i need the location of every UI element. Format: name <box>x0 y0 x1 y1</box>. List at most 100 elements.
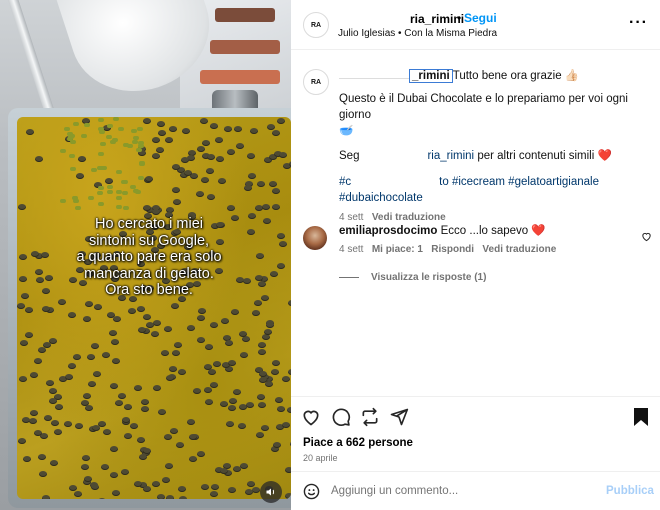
chocolate-chip <box>201 177 210 184</box>
emoji-icon[interactable] <box>303 483 320 505</box>
view-replies-row[interactable]: Visualizza le risposte (1) <box>339 270 629 286</box>
post-date[interactable]: 20 aprile <box>303 453 338 463</box>
caption-hashtags: #c to #icecream #gelatoartigianale #dubai… <box>339 173 651 206</box>
comment-input[interactable] <box>331 485 571 497</box>
chocolate-chip <box>18 254 27 261</box>
chocolate-chip <box>156 121 165 128</box>
chocolate-chip <box>197 450 206 457</box>
pistachio-piece <box>64 127 71 132</box>
pistachio-piece <box>131 139 138 144</box>
caption-author-avatar[interactable]: RA <box>303 69 329 95</box>
chocolate-chip <box>253 299 262 306</box>
chocolate-chip <box>17 203 26 210</box>
chocolate-chip <box>260 294 269 301</box>
chocolate-chip <box>277 117 286 124</box>
comment-icon[interactable] <box>331 407 351 432</box>
caption-line: Ora sto bene. <box>105 282 193 298</box>
heart-emoji: ❤️ <box>531 225 546 237</box>
audio-track[interactable]: Julio Iglesias • Con la Misma Piedra <box>338 28 497 39</box>
comment-like-count[interactable]: Mi piace: 1 <box>372 244 423 255</box>
chocolate-chip <box>137 306 146 313</box>
chocolate-chip <box>164 463 173 470</box>
pistachio-piece <box>122 206 129 210</box>
chocolate-chip <box>140 399 149 406</box>
pistachio-piece <box>107 184 114 189</box>
chocolate-chip <box>158 408 167 415</box>
chocolate-chip <box>138 454 147 461</box>
chocolate-chip <box>28 417 37 424</box>
hashtag-link[interactable]: #c <box>339 176 351 188</box>
chocolate-chip <box>104 177 113 184</box>
publish-button[interactable]: Pubblica <box>606 485 654 497</box>
caption-timestamp[interactable]: 4 sett <box>339 212 363 223</box>
likes-count[interactable]: Piace a 662 persone <box>303 437 413 449</box>
chocolate-chip <box>276 263 285 270</box>
caption-mention[interactable]: _rimini <box>339 67 453 83</box>
chocolate-chip <box>65 374 74 381</box>
chocolate-chip <box>112 316 121 323</box>
chocolate-chip <box>247 152 256 159</box>
chocolate-chip <box>183 169 192 176</box>
caption-mention-link[interactable]: ria_rimini <box>427 150 474 162</box>
chocolate-chip <box>186 418 195 425</box>
pistachio-piece <box>97 185 104 190</box>
chocolate-chip <box>25 128 34 135</box>
chocolate-chip <box>169 366 178 373</box>
pistachio-piece <box>97 152 104 157</box>
commenter-username[interactable]: emiliaprosdocimo <box>339 225 437 237</box>
caption-line: mancanza di gelato. <box>84 265 214 282</box>
chocolate-chip <box>257 342 266 349</box>
hashtag-link[interactable]: #dubaichocolate <box>339 192 423 204</box>
chocolate-chip <box>233 126 242 133</box>
chocolate-chip <box>57 299 66 306</box>
share-icon[interactable] <box>389 407 409 432</box>
replies-line <box>339 276 359 278</box>
chocolate-chip <box>228 398 237 405</box>
save-bookmark-icon[interactable] <box>633 407 649 432</box>
view-replies-button[interactable]: Visualizza le risposte (1) <box>371 272 486 283</box>
account-username[interactable]: ria_rimini <box>338 11 464 26</box>
pistachio-piece <box>59 198 66 203</box>
chocolate-chip <box>261 334 270 341</box>
reply-button[interactable]: Rispondi <box>431 244 474 255</box>
chocolate-chip <box>101 352 110 359</box>
heart-icon[interactable] <box>301 407 321 432</box>
bowl-emoji: 🥣 <box>339 125 354 137</box>
pistachio-piece <box>97 126 104 131</box>
commenter-avatar[interactable] <box>303 226 327 250</box>
translate-button[interactable]: Vedi traduzione <box>372 212 446 223</box>
pistachio-piece <box>96 191 103 195</box>
chocolate-chip <box>34 357 43 364</box>
hashtag-links[interactable]: to #icecream #gelatoartigianale <box>439 176 599 188</box>
mention-visible: _rimini <box>409 69 453 83</box>
chocolate-chip <box>82 392 91 399</box>
comment-like-heart-icon[interactable] <box>641 229 652 247</box>
chocolate-chip <box>181 127 190 134</box>
chocolate-chip <box>273 441 282 448</box>
chocolate-chip <box>277 405 286 412</box>
chocolate-chip <box>173 342 182 349</box>
translate-button[interactable]: Vedi traduzione <box>482 244 556 255</box>
chocolate-chip <box>244 185 253 192</box>
repost-icon[interactable] <box>360 407 380 432</box>
chocolate-chip <box>123 432 132 439</box>
chocolate-chip <box>110 446 119 453</box>
speaker-icon[interactable] <box>260 481 282 503</box>
comment-timestamp[interactable]: 4 sett <box>339 244 363 255</box>
comments-section: RA _rimini Tutto bene ora grazie 👍🏻 Quest… <box>291 51 660 395</box>
chocolate-chip <box>186 324 195 331</box>
chocolate-chip <box>165 137 174 144</box>
follow-button[interactable]: Segui <box>464 11 497 25</box>
avatar-initials: RA <box>310 78 322 86</box>
chocolate-chip <box>262 218 271 225</box>
account-avatar[interactable]: RA <box>303 12 329 38</box>
chocolate-chip <box>111 357 120 364</box>
chocolate-chip <box>97 498 106 499</box>
chocolate-chip <box>38 470 47 477</box>
chocolate-chip <box>127 308 136 315</box>
post-media[interactable]: Ho cercato i miei sintomi su Google, a q… <box>0 0 291 510</box>
chocolate-chip <box>146 321 155 328</box>
more-horizontal-icon[interactable]: ··· <box>629 14 648 32</box>
chocolate-chip <box>271 204 280 211</box>
chocolate-chip <box>153 320 162 327</box>
